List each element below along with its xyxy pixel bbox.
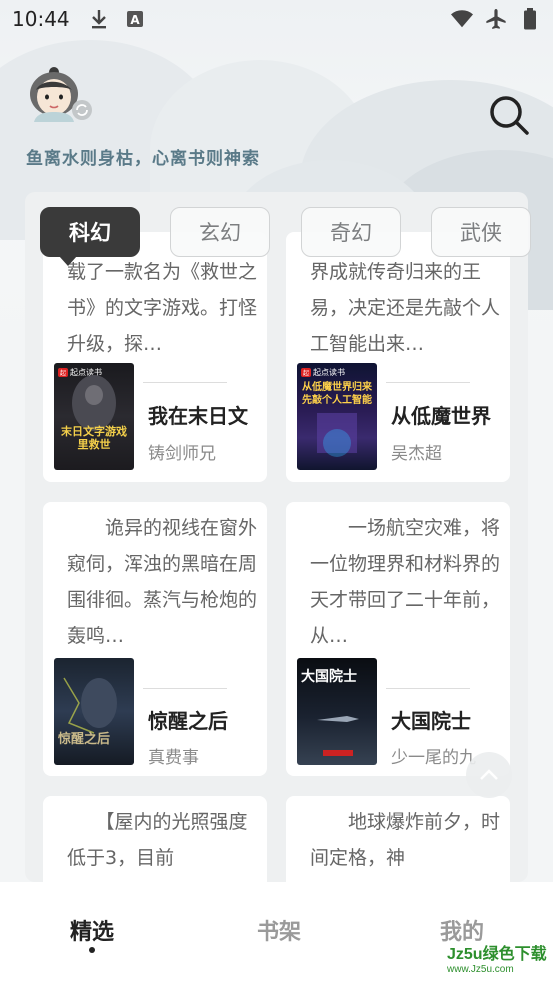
- book-description: 地球爆炸前夕，时间定格，神: [310, 811, 500, 869]
- scroll-to-top-button[interactable]: [466, 752, 512, 798]
- book-description: 界成就传奇归来的王易，决定还是先敲个人工智能出来…: [310, 261, 500, 355]
- svg-text:A: A: [130, 13, 140, 27]
- book-description: 载了一款名为《救世之书》的文字游戏。打怪升级，探…: [67, 261, 257, 355]
- book-description: 【屋内的光照强度低于3，目前: [67, 811, 248, 869]
- cover-title: 惊醒之后: [58, 732, 111, 747]
- book-card[interactable]: 载了一款名为《救世之书》的文字游戏。打怪升级，探… 起起点读书 末日文字游戏 里…: [43, 232, 267, 482]
- divider-line: [386, 688, 470, 689]
- divider-line: [143, 382, 227, 383]
- tab-scifi[interactable]: 科幻: [40, 207, 140, 266]
- book-title: 大国院士: [391, 709, 471, 733]
- tab-fantasy[interactable]: 奇幻: [301, 207, 401, 257]
- book-card[interactable]: 诡异的视线在窗外窥伺，浑浊的黑暗在周围徘徊。蒸汽与枪炮的轰鸣… 惊醒之后 惊醒之…: [43, 502, 267, 776]
- site-watermark: Jz5u绿色下载 www.Jz5u.com: [447, 940, 547, 978]
- book-title: 我在末日文: [148, 404, 248, 428]
- download-icon: [88, 8, 110, 30]
- book-card[interactable]: 界成就传奇归来的王易，决定还是先敲个人工智能出来… 起起点读书 从低魔世界归来 …: [286, 232, 510, 482]
- book-description: 一场航空灾难，将一位物理界和材料界的天才带回了二十年前，从…: [310, 517, 500, 647]
- chevron-up-icon: [480, 769, 498, 780]
- status-bar: 10:44 A: [0, 0, 553, 38]
- wifi-icon: [451, 8, 473, 30]
- divider-line: [143, 688, 227, 689]
- search-button[interactable]: [488, 94, 530, 136]
- book-author: 铸剑师兄: [148, 444, 216, 464]
- airplane-icon: [485, 8, 507, 30]
- book-author: 真费事: [148, 748, 199, 768]
- book-cover: 起起点读书 末日文字游戏 里救世: [54, 363, 134, 470]
- book-card[interactable]: 【屋内的光照强度低于3，目前: [43, 796, 267, 882]
- book-list-panel: 载了一款名为《救世之书》的文字游戏。打怪升级，探… 起起点读书 末日文字游戏 里…: [25, 192, 528, 882]
- tab-wuxia[interactable]: 武侠: [431, 207, 531, 257]
- book-description: 诡异的视线在窗外窥伺，浑浊的黑暗在周围徘徊。蒸汽与枪炮的轰鸣…: [67, 517, 257, 647]
- nav-featured[interactable]: 精选: [70, 914, 114, 946]
- cover-title: 从低魔世界归来 先敲个人工智能: [302, 382, 372, 406]
- divider-line: [386, 382, 470, 383]
- book-card[interactable]: 一场航空灾难，将一位物理界和材料界的天才带回了二十年前，从… 大国院士 大国院士…: [286, 502, 510, 776]
- book-cover: 惊醒之后: [54, 658, 134, 765]
- category-tabs: 科幻 玄幻 奇幻 武侠: [40, 207, 553, 266]
- book-cover: 大国院士: [297, 658, 377, 765]
- nav-bookshelf[interactable]: 书架: [257, 914, 301, 946]
- book-title: 从低魔世界: [391, 404, 491, 428]
- cover-title: 末日文字游戏 里救世: [61, 425, 127, 451]
- book-title: 惊醒之后: [148, 709, 228, 733]
- book-card[interactable]: 地球爆炸前夕，时间定格，神: [286, 796, 510, 882]
- tab-xuanhuan[interactable]: 玄幻: [170, 207, 270, 257]
- status-time: 10:44: [12, 7, 70, 31]
- book-author: 吴杰超: [391, 444, 442, 464]
- text-a-icon: A: [124, 8, 146, 30]
- search-icon: [490, 96, 529, 135]
- header-slogan: 鱼离水则身枯，心离书则神索: [26, 149, 260, 169]
- watermark-line1: Jz5u绿色下载: [447, 946, 547, 963]
- watermark-line2: www.Jz5u.com: [447, 964, 514, 975]
- active-indicator-dot: [89, 947, 95, 953]
- battery-icon: [519, 8, 541, 30]
- user-avatar[interactable]: [24, 66, 92, 122]
- book-cover: 起起点读书 从低魔世界归来 先敲个人工智能: [297, 363, 377, 470]
